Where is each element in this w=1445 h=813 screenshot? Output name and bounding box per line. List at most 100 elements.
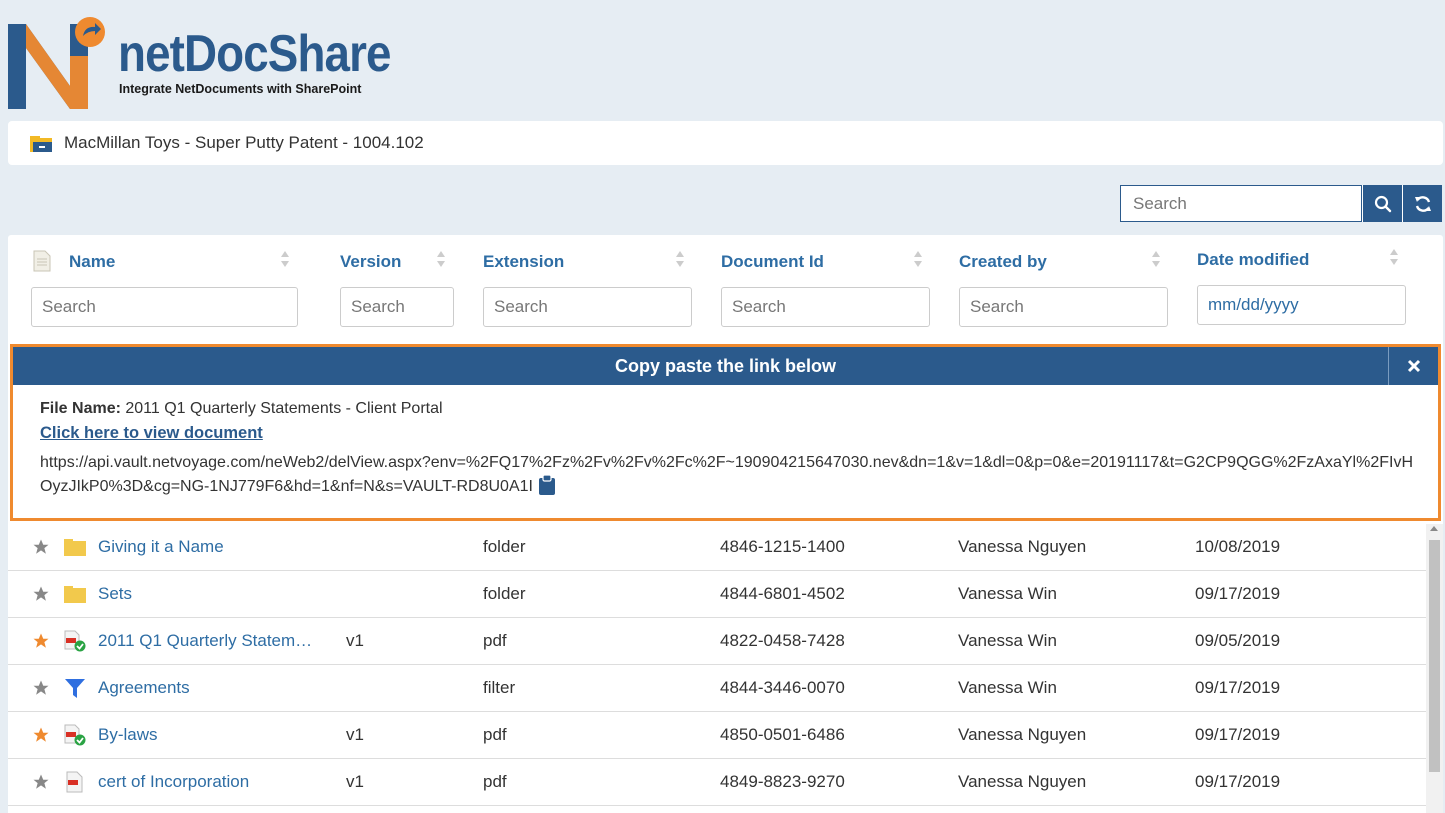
table-row[interactable]: By-laws v1 pdf 4850-0501-6486 Vanessa Ng… (8, 712, 1426, 759)
row-name-link[interactable]: Agreements (98, 665, 190, 711)
row-name-link[interactable]: Giving it a Name (98, 524, 224, 570)
document-icon (33, 250, 51, 272)
pdf-shared-icon (64, 712, 86, 758)
column-label: Document Id (721, 252, 824, 271)
row-created-by: Vanessa Nguyen (958, 772, 1087, 791)
row-created-by: Vanessa Nguyen (958, 725, 1087, 744)
folder-icon (64, 571, 86, 617)
filter-created-by-input[interactable] (959, 287, 1168, 327)
row-created-by: Vanessa Nguyen (958, 537, 1087, 556)
row-extension: pdf (483, 772, 507, 791)
row-date-modified: 09/05/2019 (1195, 631, 1281, 650)
row-document-id: 4822-0458-7428 (720, 631, 845, 650)
column-header-document-id[interactable]: Document Id (721, 247, 824, 277)
vertical-scrollbar[interactable] (1426, 524, 1443, 813)
sort-icon[interactable] (436, 249, 446, 269)
column-header-version[interactable]: Version (340, 247, 401, 277)
filter-document-id-input[interactable] (721, 287, 930, 327)
favorite-star-icon[interactable] (32, 665, 50, 711)
row-document-id: 4844-6801-4502 (720, 584, 845, 603)
file-name-value: 2011 Q1 Quarterly Statements - Client Po… (125, 400, 443, 417)
brand-name: netDocShare (118, 25, 391, 83)
row-name-link[interactable]: cert of Incorporation (98, 759, 249, 805)
sort-icon[interactable] (1151, 249, 1161, 269)
row-extension: pdf (483, 631, 507, 650)
row-extension: filter (483, 678, 516, 697)
table-row[interactable]: Giving it a Name folder 4846-1215-1400 V… (8, 524, 1426, 571)
file-name-label: File Name: (40, 400, 121, 417)
favorite-star-icon[interactable] (32, 571, 50, 617)
dialog-title: Copy paste the link below (614, 355, 837, 376)
document-url-text[interactable]: https://api.vault.netvoyage.com/neWeb2/d… (40, 454, 1413, 495)
row-version: v1 (346, 725, 364, 744)
row-name-link[interactable]: By-laws (98, 712, 158, 758)
row-extension: pdf (483, 725, 507, 744)
documents-table: Name Version Extension Document Id Creat… (8, 235, 1443, 813)
table-row[interactable]: 2011 Q1 Quarterly Statem… v1 pdf 4822-04… (8, 618, 1426, 665)
filter-version-input[interactable] (340, 287, 454, 327)
row-document-id: 4846-1215-1400 (720, 537, 845, 556)
row-document-id: 4850-0501-6486 (720, 725, 845, 744)
filter-date-input[interactable]: mm/dd/yyyy (1197, 285, 1406, 325)
row-created-by: Vanessa Win (958, 584, 1057, 603)
pdf-shared-icon (64, 618, 86, 664)
sort-icon[interactable] (675, 249, 685, 269)
sort-icon[interactable] (1389, 247, 1399, 267)
column-label: Created by (959, 252, 1047, 271)
dialog-body: File Name: 2011 Q1 Quarterly Statements … (13, 385, 1438, 499)
copy-link-dialog: Copy paste the link below File Name: 201… (10, 344, 1441, 521)
breadcrumb: MacMillan Toys - Super Putty Patent - 10… (8, 121, 1443, 165)
netdocshare-logo-icon (8, 17, 105, 109)
clipboard-icon[interactable] (538, 475, 555, 495)
row-name-link[interactable]: 2011 Q1 Quarterly Statem… (98, 618, 312, 664)
app-logo: netDocShare Integrate NetDocuments with … (8, 16, 408, 109)
dialog-header: Copy paste the link below (13, 347, 1438, 385)
search-input[interactable] (1120, 185, 1362, 222)
table-row[interactable]: Sets folder 4844-6801-4502 Vanessa Win 0… (8, 571, 1426, 618)
column-header-name[interactable]: Name (69, 247, 115, 277)
favorite-star-icon[interactable] (32, 524, 50, 570)
row-date-modified: 10/08/2019 (1195, 537, 1281, 556)
view-document-link[interactable]: Click here to view document (40, 424, 263, 443)
row-date-modified: 09/17/2019 (1195, 584, 1281, 603)
column-header-extension[interactable]: Extension (483, 247, 564, 277)
favorite-star-icon[interactable] (32, 712, 50, 758)
row-created-by: Vanessa Win (958, 678, 1057, 697)
row-name-link[interactable]: Sets (98, 571, 132, 617)
column-header-date-modified[interactable]: Date modified (1197, 245, 1309, 275)
refresh-button[interactable] (1402, 185, 1442, 222)
table-body: Giving it a Name folder 4846-1215-1400 V… (8, 524, 1426, 806)
scroll-up-arrow-icon[interactable] (1430, 526, 1438, 531)
filter-name-input[interactable] (31, 287, 298, 327)
table-row[interactable]: Agreements filter 4844-3446-0070 Vanessa… (8, 665, 1426, 712)
search-icon (1374, 195, 1391, 212)
favorite-star-icon[interactable] (32, 618, 50, 664)
breadcrumb-text[interactable]: MacMillan Toys - Super Putty Patent - 10… (64, 133, 424, 153)
folder-icon (30, 136, 52, 152)
document-url[interactable]: https://api.vault.netvoyage.com/neWeb2/d… (40, 451, 1415, 499)
brand-tagline: Integrate NetDocuments with SharePoint (119, 82, 362, 96)
folder-icon (64, 524, 86, 570)
row-date-modified: 09/17/2019 (1195, 725, 1281, 744)
favorite-star-icon[interactable] (32, 759, 50, 805)
sort-icon[interactable] (280, 249, 290, 269)
column-label: Version (340, 252, 402, 271)
search-button[interactable] (1362, 185, 1402, 222)
column-label: Date modified (1197, 250, 1310, 269)
row-date-modified: 09/17/2019 (1195, 678, 1281, 697)
filter-extension-input[interactable] (483, 287, 692, 327)
column-label: Extension (483, 252, 565, 271)
column-header-created-by[interactable]: Created by (959, 247, 1047, 277)
pdf-icon (64, 759, 86, 805)
global-search (1120, 185, 1442, 222)
refresh-icon (1414, 195, 1431, 212)
sort-icon[interactable] (913, 249, 923, 269)
scrollbar-thumb[interactable] (1429, 540, 1440, 772)
row-document-id: 4849-8823-9270 (720, 772, 845, 791)
row-created-by: Vanessa Win (958, 631, 1057, 650)
close-button[interactable] (1388, 347, 1438, 385)
row-version: v1 (346, 631, 364, 650)
close-icon (1407, 359, 1420, 373)
table-row[interactable]: cert of Incorporation v1 pdf 4849-8823-9… (8, 759, 1426, 806)
row-document-id: 4844-3446-0070 (720, 678, 845, 697)
